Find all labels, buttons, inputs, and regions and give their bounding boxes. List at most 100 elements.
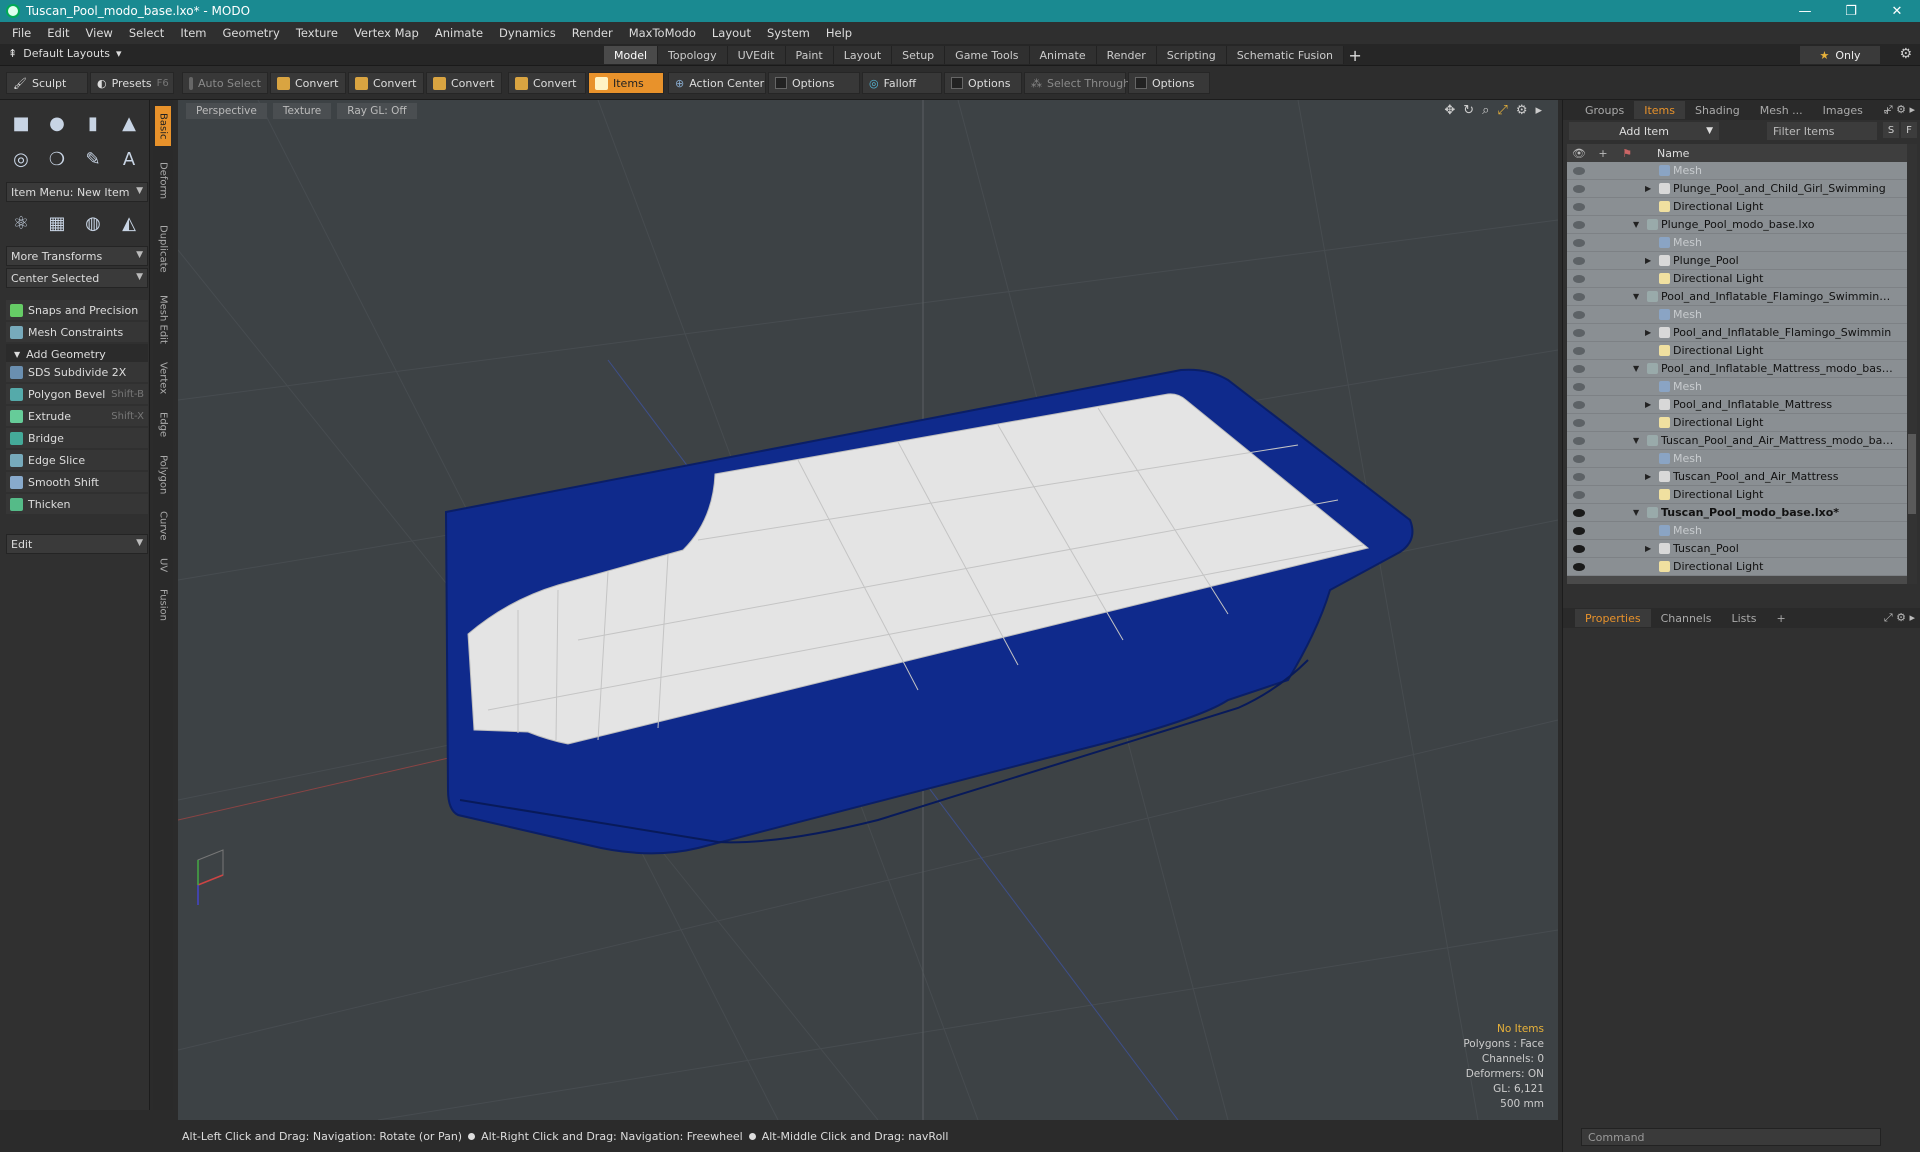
- tab-lists[interactable]: Lists: [1722, 609, 1767, 627]
- tree-row[interactable]: Directional Light: [1567, 198, 1907, 216]
- side-tab-edge[interactable]: Edge: [155, 406, 171, 444]
- item-tree-scrollbar[interactable]: [1907, 144, 1917, 584]
- lock-column-icon[interactable]: +: [1591, 147, 1615, 160]
- menu-layout[interactable]: Layout: [704, 26, 759, 40]
- visibility-eye-icon[interactable]: [1573, 562, 1585, 571]
- tab-properties[interactable]: Properties: [1575, 609, 1651, 627]
- add-tab-button[interactable]: +: [1766, 609, 1795, 627]
- tab-model[interactable]: Model: [604, 46, 659, 64]
- side-tab-fusion[interactable]: Fusion: [155, 584, 171, 626]
- add-item-dropdown[interactable]: Add Item ▼: [1569, 122, 1719, 140]
- visibility-eye-icon[interactable]: [1573, 544, 1585, 553]
- command-input[interactable]: Command: [1581, 1128, 1881, 1146]
- chevron-right-icon[interactable]: ▶: [1645, 184, 1651, 193]
- panel-controls[interactable]: ⤢ ⚙ ▸: [1884, 611, 1915, 625]
- select-options-button[interactable]: Options: [1128, 72, 1210, 94]
- visibility-eye-icon[interactable]: [1573, 274, 1585, 283]
- fit-icon[interactable]: ⤢: [1497, 103, 1507, 118]
- gear-icon[interactable]: ⚙: [1516, 103, 1528, 118]
- tab-scripting[interactable]: Scripting: [1156, 46, 1227, 64]
- visibility-eye-icon[interactable]: [1573, 364, 1585, 373]
- tab-uvedit[interactable]: UVEdit: [727, 46, 786, 64]
- cone-icon[interactable]: ▲: [114, 108, 144, 138]
- visibility-eye-icon[interactable]: [1573, 454, 1585, 463]
- tree-row[interactable]: ▶ Tuscan_Pool: [1567, 540, 1907, 558]
- default-layouts-dropdown[interactable]: ⇞ Default Layouts ▾: [8, 47, 122, 60]
- chevron-right-icon[interactable]: ▶: [1645, 256, 1651, 265]
- 3d-viewport[interactable]: Perspective Texture Ray GL: Off ✥ ↻ ⌕ ⤢ ⚙ …: [178, 100, 1558, 1120]
- chevron-right-icon[interactable]: ▶: [1645, 472, 1651, 481]
- type-column-icon[interactable]: ⚑: [1615, 147, 1639, 160]
- visibility-eye-icon[interactable]: [1573, 382, 1585, 391]
- menu-animate[interactable]: Animate: [427, 26, 491, 40]
- tab-channels[interactable]: Channels: [1651, 609, 1722, 627]
- items-mode-button[interactable]: Items: [588, 72, 664, 94]
- menu-edit[interactable]: Edit: [39, 26, 77, 40]
- sphere-icon[interactable]: ●: [42, 108, 72, 138]
- visibility-eye-icon[interactable]: [1573, 220, 1585, 229]
- falloff-options-button[interactable]: Options: [944, 72, 1022, 94]
- camera-icon[interactable]: ◭: [114, 208, 144, 238]
- zoom-icon[interactable]: ⌕: [1482, 103, 1489, 118]
- presets-button[interactable]: ◐ Presets F6: [90, 72, 174, 94]
- action-center-button[interactable]: ⊕ Action Center: [668, 72, 766, 94]
- visibility-eye-icon[interactable]: [1573, 202, 1585, 211]
- tab-layout[interactable]: Layout: [833, 46, 893, 64]
- panel-controls[interactable]: ⤢ ⚙ ▸: [1884, 103, 1915, 117]
- side-tab-vertex[interactable]: Vertex: [155, 356, 171, 400]
- chevron-right-icon[interactable]: ▸: [1535, 103, 1542, 118]
- menu-view[interactable]: View: [78, 26, 121, 40]
- mesh-constraints-button[interactable]: Mesh Constraints: [6, 322, 148, 342]
- more-transforms-dropdown[interactable]: More Transforms ▼: [6, 246, 148, 266]
- visibility-eye-icon[interactable]: [1573, 310, 1585, 319]
- pan-icon[interactable]: ✥: [1444, 103, 1455, 118]
- viewport-tab-perspective[interactable]: Perspective: [186, 103, 267, 119]
- pen-icon[interactable]: ✎: [78, 144, 108, 174]
- tab-shading[interactable]: Shading: [1685, 101, 1750, 119]
- chevron-down-icon[interactable]: ▼: [1633, 508, 1639, 517]
- visibility-eye-icon[interactable]: [1573, 292, 1585, 301]
- tree-row[interactable]: Mesh: [1567, 450, 1907, 468]
- filter-s-button[interactable]: S: [1883, 122, 1899, 138]
- grid-icon[interactable]: ▦: [42, 208, 72, 238]
- tab-mesh[interactable]: Mesh ...: [1750, 101, 1813, 119]
- viewport-tab-ray-gl-off[interactable]: Ray GL: Off: [337, 103, 417, 119]
- only-toggle[interactable]: ★ Only: [1800, 46, 1880, 64]
- side-tab-curve[interactable]: Curve: [155, 506, 171, 546]
- rotate-icon[interactable]: ↻: [1463, 103, 1474, 118]
- tab-setup[interactable]: Setup: [892, 46, 946, 64]
- tree-row[interactable]: ▼ Plunge_Pool_modo_base.lxo: [1567, 216, 1907, 234]
- tree-row[interactable]: ▶ Tuscan_Pool_and_Air_Mattress: [1567, 468, 1907, 486]
- filter-items-input[interactable]: Filter Items: [1767, 122, 1877, 140]
- side-tab-basic[interactable]: Basic: [155, 106, 171, 146]
- tree-row[interactable]: Directional Light: [1567, 486, 1907, 504]
- menu-texture[interactable]: Texture: [288, 26, 346, 40]
- convert-edges-button[interactable]: Convert: [348, 72, 424, 94]
- tree-row[interactable]: ▶ Plunge_Pool_and_Child_Girl_Swimming: [1567, 180, 1907, 198]
- menu-item[interactable]: Item: [172, 26, 214, 40]
- sculpt-button[interactable]: 🖌 Sculpt: [6, 72, 88, 94]
- chevron-down-icon[interactable]: ▼: [1633, 220, 1639, 229]
- visibility-eye-icon[interactable]: [1573, 184, 1585, 193]
- tool-bridge[interactable]: Bridge: [6, 428, 148, 448]
- capsule-icon[interactable]: ❍: [42, 144, 72, 174]
- tab-items[interactable]: Items: [1634, 101, 1686, 119]
- tree-row[interactable]: Mesh: [1567, 162, 1907, 180]
- menu-maxtomodo[interactable]: MaxToModo: [621, 26, 704, 40]
- viewport-tab-texture[interactable]: Texture: [272, 103, 332, 119]
- visibility-eye-icon[interactable]: [1573, 400, 1585, 409]
- name-column-header[interactable]: Name: [1657, 147, 1689, 160]
- visibility-eye-icon[interactable]: [1573, 472, 1585, 481]
- center-selected-dropdown[interactable]: Center Selected ▼: [6, 268, 148, 288]
- tab-render[interactable]: Render: [1096, 46, 1157, 64]
- convert-vertices-button[interactable]: Convert: [270, 72, 346, 94]
- visibility-eye-icon[interactable]: [1573, 238, 1585, 247]
- tab-schematic-fusion[interactable]: Schematic Fusion: [1226, 46, 1345, 64]
- tab-groups[interactable]: Groups: [1575, 101, 1634, 119]
- cube-icon[interactable]: ■: [6, 108, 36, 138]
- menu-file[interactable]: File: [4, 26, 39, 40]
- visibility-eye-icon[interactable]: [1573, 526, 1585, 535]
- tool-edge-slice[interactable]: Edge Slice: [6, 450, 148, 470]
- chevron-down-icon[interactable]: ▼: [1633, 292, 1639, 301]
- menu-vertex-map[interactable]: Vertex Map: [346, 26, 427, 40]
